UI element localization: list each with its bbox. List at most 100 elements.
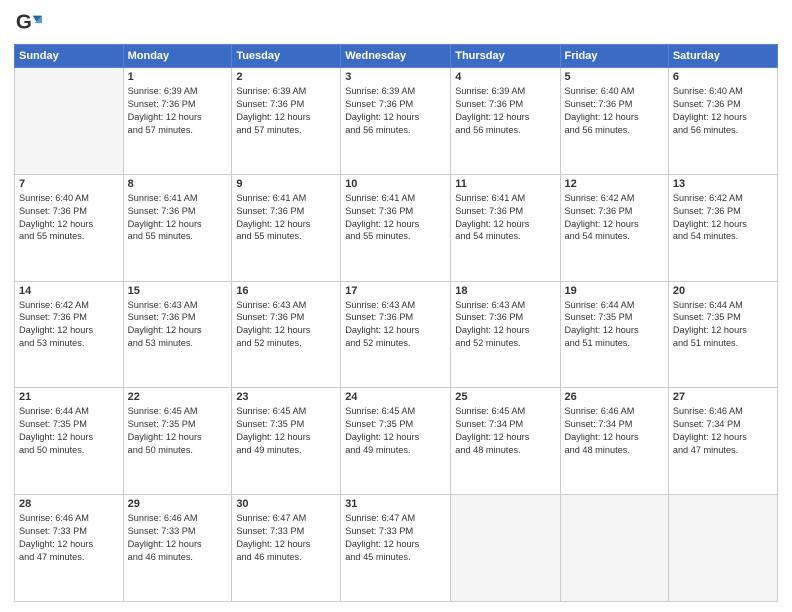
calendar-cell: 11 Sunrise: 6:41 AM Sunset: 7:36 PM Dayli…	[451, 174, 560, 281]
day-info: Sunrise: 6:46 AM Sunset: 7:34 PM Dayligh…	[673, 405, 773, 457]
calendar-cell: 21 Sunrise: 6:44 AM Sunset: 7:35 PM Dayli…	[15, 388, 124, 495]
day-number: 23	[236, 391, 336, 403]
day-info: Sunrise: 6:44 AM Sunset: 7:35 PM Dayligh…	[565, 299, 664, 351]
calendar-week-row: 7 Sunrise: 6:40 AM Sunset: 7:36 PM Daylig…	[15, 174, 778, 281]
day-info: Sunrise: 6:45 AM Sunset: 7:35 PM Dayligh…	[345, 405, 446, 457]
calendar-cell	[560, 495, 668, 602]
day-number: 19	[565, 285, 664, 297]
day-info: Sunrise: 6:39 AM Sunset: 7:36 PM Dayligh…	[455, 85, 555, 137]
calendar-cell: 15 Sunrise: 6:43 AM Sunset: 7:36 PM Dayli…	[123, 281, 232, 388]
calendar-cell: 6 Sunrise: 6:40 AM Sunset: 7:36 PM Daylig…	[668, 68, 777, 175]
day-info: Sunrise: 6:43 AM Sunset: 7:36 PM Dayligh…	[455, 299, 555, 351]
day-number: 22	[128, 391, 228, 403]
calendar-cell: 7 Sunrise: 6:40 AM Sunset: 7:36 PM Daylig…	[15, 174, 124, 281]
day-number: 10	[345, 178, 446, 190]
calendar-cell: 20 Sunrise: 6:44 AM Sunset: 7:35 PM Dayli…	[668, 281, 777, 388]
calendar-cell: 28 Sunrise: 6:46 AM Sunset: 7:33 PM Dayli…	[15, 495, 124, 602]
day-number: 28	[19, 498, 119, 510]
calendar-cell: 3Sunrise: 6:39 AM Sunset: 7:36 PM Daylig…	[341, 68, 451, 175]
day-info: Sunrise: 6:40 AM Sunset: 7:36 PM Dayligh…	[19, 192, 119, 244]
day-number: 7	[19, 178, 119, 190]
calendar-cell: 12 Sunrise: 6:42 AM Sunset: 7:36 PM Dayli…	[560, 174, 668, 281]
calendar-week-row: 1Sunrise: 6:39 AM Sunset: 7:36 PM Daylig…	[15, 68, 778, 175]
day-number: 20	[673, 285, 773, 297]
calendar-cell: 27 Sunrise: 6:46 AM Sunset: 7:34 PM Dayli…	[668, 388, 777, 495]
day-info: Sunrise: 6:42 AM Sunset: 7:36 PM Dayligh…	[19, 299, 119, 351]
day-number: 26	[565, 391, 664, 403]
day-number: 29	[128, 498, 228, 510]
day-number: 31	[345, 498, 446, 510]
calendar-cell: 2 Sunrise: 6:39 AM Sunset: 7:36 PM Daylig…	[232, 68, 341, 175]
day-number: 13	[673, 178, 773, 190]
day-info: Sunrise: 6:40 AM Sunset: 7:36 PM Dayligh…	[565, 85, 664, 137]
day-number: 14	[19, 285, 119, 297]
day-info: Sunrise: 6:42 AM Sunset: 7:36 PM Dayligh…	[565, 192, 664, 244]
day-info: Sunrise: 6:40 AM Sunset: 7:36 PM Dayligh…	[673, 85, 773, 137]
day-info: Sunrise: 6:39 AM Sunset: 7:36 PM Dayligh…	[345, 85, 446, 137]
calendar-table: SundayMondayTuesdayWednesdayThursdayFrid…	[14, 44, 778, 602]
calendar-cell: 19 Sunrise: 6:44 AM Sunset: 7:35 PM Dayli…	[560, 281, 668, 388]
day-number: 5	[565, 71, 664, 83]
day-info: Sunrise: 6:47 AM Sunset: 7:33 PM Dayligh…	[345, 512, 446, 564]
calendar-cell	[451, 495, 560, 602]
day-info: Sunrise: 6:43 AM Sunset: 7:36 PM Dayligh…	[128, 299, 228, 351]
calendar-cell: 24 Sunrise: 6:45 AM Sunset: 7:35 PM Dayli…	[341, 388, 451, 495]
day-number: 27	[673, 391, 773, 403]
day-number: 24	[345, 391, 446, 403]
day-info: Sunrise: 6:44 AM Sunset: 7:35 PM Dayligh…	[673, 299, 773, 351]
day-number: 17	[345, 285, 446, 297]
col-header-thursday: Thursday	[451, 45, 560, 68]
calendar-cell: 31 Sunrise: 6:47 AM Sunset: 7:33 PM Dayli…	[341, 495, 451, 602]
day-number: 2	[236, 71, 336, 83]
calendar-cell: 23 Sunrise: 6:45 AM Sunset: 7:35 PM Dayli…	[232, 388, 341, 495]
col-header-tuesday: Tuesday	[232, 45, 341, 68]
logo-icon: G	[14, 10, 42, 38]
calendar-cell: 1Sunrise: 6:39 AM Sunset: 7:36 PM Daylig…	[123, 68, 232, 175]
calendar-week-row: 14 Sunrise: 6:42 AM Sunset: 7:36 PM Dayli…	[15, 281, 778, 388]
day-number: 21	[19, 391, 119, 403]
logo: G	[14, 10, 46, 38]
day-number: 25	[455, 391, 555, 403]
day-info: Sunrise: 6:41 AM Sunset: 7:36 PM Dayligh…	[128, 192, 228, 244]
day-info: Sunrise: 6:44 AM Sunset: 7:35 PM Dayligh…	[19, 405, 119, 457]
day-number: 15	[128, 285, 228, 297]
calendar-cell: 16Sunrise: 6:43 AM Sunset: 7:36 PM Dayli…	[232, 281, 341, 388]
day-number: 8	[128, 178, 228, 190]
day-info: Sunrise: 6:42 AM Sunset: 7:36 PM Dayligh…	[673, 192, 773, 244]
col-header-wednesday: Wednesday	[341, 45, 451, 68]
calendar-cell: 14 Sunrise: 6:42 AM Sunset: 7:36 PM Dayli…	[15, 281, 124, 388]
calendar-cell: 13 Sunrise: 6:42 AM Sunset: 7:36 PM Dayli…	[668, 174, 777, 281]
calendar-week-row: 21 Sunrise: 6:44 AM Sunset: 7:35 PM Dayli…	[15, 388, 778, 495]
day-info: Sunrise: 6:41 AM Sunset: 7:36 PM Dayligh…	[236, 192, 336, 244]
calendar-cell: 29Sunrise: 6:46 AM Sunset: 7:33 PM Dayli…	[123, 495, 232, 602]
col-header-saturday: Saturday	[668, 45, 777, 68]
day-info: Sunrise: 6:39 AM Sunset: 7:36 PM Dayligh…	[128, 85, 228, 137]
day-number: 18	[455, 285, 555, 297]
calendar-header-row: SundayMondayTuesdayWednesdayThursdayFrid…	[15, 45, 778, 68]
calendar-cell: 22 Sunrise: 6:45 AM Sunset: 7:35 PM Dayli…	[123, 388, 232, 495]
day-number: 12	[565, 178, 664, 190]
day-info: Sunrise: 6:41 AM Sunset: 7:36 PM Dayligh…	[455, 192, 555, 244]
day-info: Sunrise: 6:39 AM Sunset: 7:36 PM Dayligh…	[236, 85, 336, 137]
col-header-friday: Friday	[560, 45, 668, 68]
day-number: 6	[673, 71, 773, 83]
calendar-cell	[15, 68, 124, 175]
day-info: Sunrise: 6:46 AM Sunset: 7:33 PM Dayligh…	[19, 512, 119, 564]
day-info: Sunrise: 6:46 AM Sunset: 7:34 PM Dayligh…	[565, 405, 664, 457]
day-info: Sunrise: 6:45 AM Sunset: 7:35 PM Dayligh…	[236, 405, 336, 457]
calendar-cell: 26 Sunrise: 6:46 AM Sunset: 7:34 PM Dayli…	[560, 388, 668, 495]
calendar-cell: 9Sunrise: 6:41 AM Sunset: 7:36 PM Daylig…	[232, 174, 341, 281]
day-info: Sunrise: 6:45 AM Sunset: 7:35 PM Dayligh…	[128, 405, 228, 457]
day-info: Sunrise: 6:47 AM Sunset: 7:33 PM Dayligh…	[236, 512, 336, 564]
calendar-cell: 30Sunrise: 6:47 AM Sunset: 7:33 PM Dayli…	[232, 495, 341, 602]
day-number: 4	[455, 71, 555, 83]
day-info: Sunrise: 6:43 AM Sunset: 7:36 PM Dayligh…	[236, 299, 336, 351]
calendar-cell: 25 Sunrise: 6:45 AM Sunset: 7:34 PM Dayli…	[451, 388, 560, 495]
calendar-cell: 17 Sunrise: 6:43 AM Sunset: 7:36 PM Dayli…	[341, 281, 451, 388]
day-info: Sunrise: 6:45 AM Sunset: 7:34 PM Dayligh…	[455, 405, 555, 457]
svg-text:G: G	[16, 11, 32, 34]
calendar-cell	[668, 495, 777, 602]
day-number: 11	[455, 178, 555, 190]
calendar-cell: 8 Sunrise: 6:41 AM Sunset: 7:36 PM Daylig…	[123, 174, 232, 281]
day-info: Sunrise: 6:43 AM Sunset: 7:36 PM Dayligh…	[345, 299, 446, 351]
